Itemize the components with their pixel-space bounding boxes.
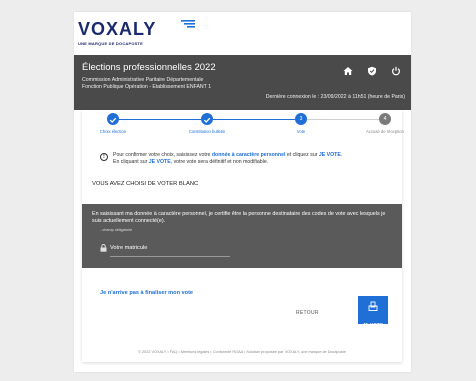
main-card: VOXALY UNE MARQUE DE DOCAPOSTE Élections… xyxy=(74,12,411,372)
blank-vote-statement: VOUS AVEZ CHOISI DE VOTER BLANC xyxy=(92,181,199,187)
instr-highlight-1: donnée à caractère personnel xyxy=(211,152,286,158)
back-button[interactable]: RETOUR xyxy=(296,310,319,316)
instr-part-d: En cliquant sur xyxy=(113,159,149,165)
vote-button-label: JE VOTE xyxy=(362,322,384,327)
instr-part-b: et cliquez sur xyxy=(285,152,319,158)
home-icon[interactable] xyxy=(343,63,353,75)
vote-form-card: 3 4 Choix élection Constitution bulletin… xyxy=(82,110,404,362)
logo-subtitle: UNE MARQUE DE DOCAPOSTE xyxy=(78,41,144,46)
lock-icon xyxy=(100,244,107,252)
step-2-check-icon xyxy=(201,113,213,125)
logo-lines-icon xyxy=(181,20,195,28)
election-banner: Élections professionnelles 2022 Commissi… xyxy=(74,55,411,110)
step-4-number: 4 xyxy=(383,116,387,122)
shield-icon[interactable] xyxy=(367,63,377,76)
instr-highlight-3: JE VOTE xyxy=(148,159,171,165)
certification-text: En saisissant ma donnée à caractère pers… xyxy=(92,211,386,224)
last-connection: Dernière connexion le : 23/09/2022 à 11h… xyxy=(265,94,405,100)
vote-stepper: 3 4 Choix élection Constitution bulletin… xyxy=(82,110,404,144)
ballot-box-icon xyxy=(368,301,378,311)
certification-panel: En saisissant ma donnée à caractère pers… xyxy=(82,204,402,268)
info-icon: ! xyxy=(100,153,108,161)
logo-header: VOXALY UNE MARQUE DE DOCAPOSTE xyxy=(74,12,411,55)
instr-part-c: . xyxy=(340,152,343,158)
power-icon[interactable] xyxy=(391,63,401,76)
vote-button[interactable]: JE VOTE xyxy=(358,296,388,327)
matricule-underline xyxy=(110,256,230,257)
step-3-label: Vote xyxy=(296,129,306,134)
step-2-label: Constitution bulletin xyxy=(188,129,226,134)
step-3-circle: 3 xyxy=(295,113,307,125)
cannot-finalize-link[interactable]: Je n'arrive pas à finaliser mon vote xyxy=(100,290,193,296)
step-4-label: Accusé de réception xyxy=(366,129,404,134)
banner-line-2: Fonction Publique Opération - Etablissem… xyxy=(82,84,212,90)
banner-line-1: Commission Administrative Paritaire Dépa… xyxy=(82,77,204,83)
instr-part-a: Pour confirmer votre choix, saisissez vo… xyxy=(113,152,212,158)
instructions-text: Pour confirmer votre choix, saisissez vo… xyxy=(113,152,390,166)
logo-wordmark: VOXALY xyxy=(78,19,157,39)
footer-links[interactable]: © 2022 VOXALY • FAQ • Mentions légales •… xyxy=(82,350,402,354)
instr-part-e: , votre vote sera définitif et non modif… xyxy=(170,159,269,165)
instr-highlight-2: JE VOTE xyxy=(318,152,341,158)
step-1-label: Choix élection xyxy=(99,129,127,134)
required-field-note: - champ obligatoire xyxy=(100,228,133,232)
page-background: VOXALY UNE MARQUE DE DOCAPOSTE Élections… xyxy=(0,0,476,381)
banner-title: Élections professionnelles 2022 xyxy=(82,62,216,73)
banner-icons xyxy=(343,63,401,76)
matricule-input[interactable]: Votre matricule xyxy=(110,245,147,251)
step-4-circle: 4 xyxy=(379,113,391,125)
step-connector-3 xyxy=(307,119,389,120)
step-3-number: 3 xyxy=(299,116,303,122)
step-1-check-icon xyxy=(107,113,119,125)
step-connector-1 xyxy=(119,119,201,120)
vote-instructions: ! Pour confirmer votre choix, saisissez … xyxy=(100,152,390,166)
step-connector-2 xyxy=(213,119,295,120)
